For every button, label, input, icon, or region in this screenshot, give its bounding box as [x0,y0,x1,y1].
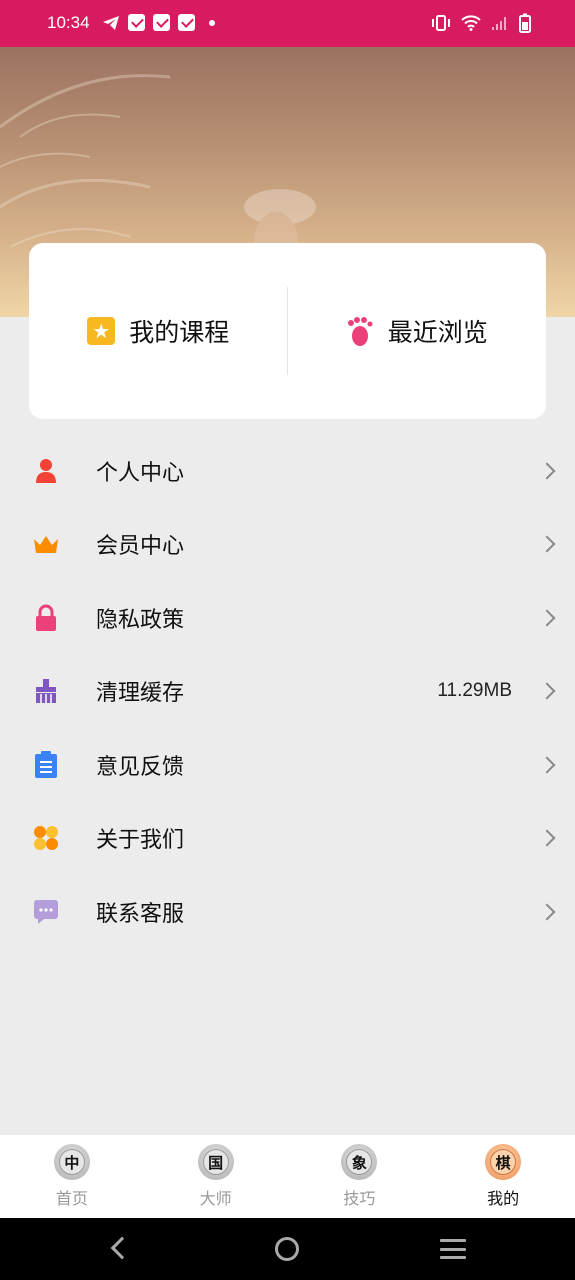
recent-browse-label: 最近浏览 [387,318,488,347]
menu-item-label: 意见反馈 [96,754,185,780]
menu-item-contact-support[interactable]: 联系客服 [0,875,575,949]
my-courses-label: 我的课程 [129,318,230,347]
tab-home[interactable]: 中 首页 [0,1135,144,1218]
tab-mine[interactable]: 棋 我的 [431,1135,575,1218]
menu-item-label: 个人中心 [96,460,185,486]
tab-label: 我的 [487,1189,520,1208]
telegram-icon [103,15,119,30]
settings-menu: 个人中心 会员中心 隐私政策 清理缓存 11.29MB 意见反馈 关于我们 联系… [0,434,575,949]
clover-icon [32,824,60,852]
menu-item-feedback[interactable]: 意见反馈 [0,728,575,802]
chess-piece-icon: 国 [197,1144,234,1180]
bottom-tab-bar: 中 首页 国 大师 象 技巧 棋 我的 [0,1135,575,1218]
lock-icon [32,604,60,632]
status-bar: 10:34 [0,0,575,47]
card-divider [287,287,288,375]
system-navigation-bar [0,1218,575,1280]
wifi-icon [461,15,481,31]
shop-icon [128,14,145,31]
chevron-right-icon [538,535,556,553]
chess-piece-icon: 中 [53,1144,90,1180]
menu-item-label: 隐私政策 [96,607,185,633]
menu-item-label: 关于我们 [96,828,185,854]
cache-size-value: 11.29MB [437,680,512,702]
person-icon [32,457,60,485]
recent-browse-button[interactable]: 最近浏览 [288,243,547,419]
menu-item-personal-center[interactable]: 个人中心 [0,434,575,508]
tab-masters[interactable]: 国 大师 [144,1135,288,1218]
chevron-right-icon [538,609,556,627]
signal-icon [492,17,506,30]
menu-item-label: 联系客服 [96,901,185,927]
tab-label: 技巧 [343,1189,376,1208]
menu-item-member-center[interactable]: 会员中心 [0,508,575,582]
chess-piece-icon: 象 [341,1144,378,1180]
tab-label: 大师 [199,1189,232,1208]
menu-item-privacy-policy[interactable]: 隐私政策 [0,581,575,655]
palm-leaves-decoration [0,74,171,248]
chevron-right-icon [538,756,556,774]
shop-icon [178,14,195,31]
home-icon[interactable] [275,1237,299,1261]
star-icon: ★ [87,317,116,345]
back-icon[interactable] [110,1236,134,1260]
quick-access-card: ★ 我的课程 最近浏览 [29,243,546,419]
broom-icon [32,677,60,705]
crown-icon [32,530,60,558]
chevron-right-icon [538,829,556,847]
menu-item-label: 会员中心 [96,534,185,560]
clipboard-icon [32,750,60,779]
my-courses-button[interactable]: ★ 我的课程 [29,243,288,419]
shop-icon [153,14,170,31]
chevron-right-icon [538,903,556,921]
tab-label: 首页 [55,1189,88,1208]
menu-item-clear-cache[interactable]: 清理缓存 11.29MB [0,655,575,729]
recent-apps-icon[interactable] [440,1239,466,1259]
tab-skills[interactable]: 象 技巧 [288,1135,432,1218]
battery-icon [519,13,531,33]
menu-item-about-us[interactable]: 关于我们 [0,802,575,876]
status-time: 10:34 [47,13,90,32]
chevron-right-icon [538,682,556,700]
footprint-icon [347,317,373,346]
menu-item-label: 清理缓存 [96,681,185,707]
chat-icon [32,898,60,926]
chess-piece-icon: 棋 [485,1144,522,1180]
chevron-right-icon [538,462,556,480]
vibrate-icon [432,15,450,31]
more-notifications-dot [209,19,215,26]
notification-icons [102,14,215,31]
system-icons [431,13,531,33]
